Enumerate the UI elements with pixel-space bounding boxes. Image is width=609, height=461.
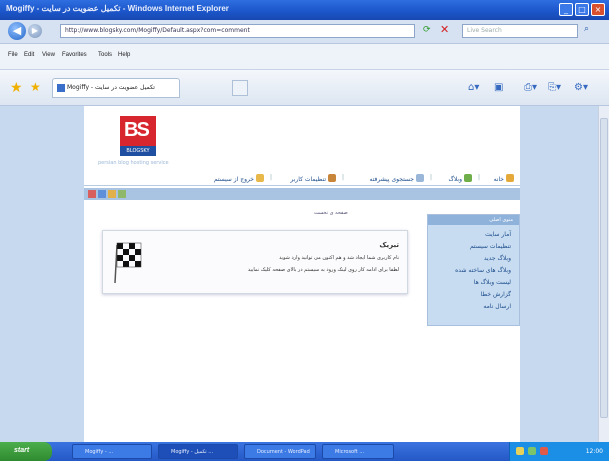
logout-icon <box>256 174 264 182</box>
tray-icon[interactable] <box>540 447 548 455</box>
tools-menu-icon[interactable]: ⚙▾ <box>574 82 588 93</box>
sidebar-menu: منوی اصلی آمار سایت تنظیمات سیستم وبلاگ … <box>427 214 520 326</box>
breadcrumb[interactable]: صفحه ی نخست <box>314 210 348 216</box>
message-text: لطفا برای ادامه کار روی لینک ورود به سیس… <box>247 267 399 273</box>
task-button[interactable]: Document - WordPad <box>244 444 316 459</box>
nav-user-settings[interactable]: تنظيمات کاربر <box>290 174 336 183</box>
menu-view[interactable]: View <box>42 52 55 58</box>
taskbar: start Mogiffy - ... Mogiffy - تکميل ... … <box>0 442 609 461</box>
weblog-icon <box>464 174 472 182</box>
nav-logout[interactable]: خروج از سیستم <box>214 174 264 183</box>
stop-icon[interactable]: ✕ <box>440 23 449 36</box>
flag-icon[interactable] <box>108 190 116 198</box>
flag-icon[interactable] <box>88 190 96 198</box>
page-viewport: BS BLOGSKY persian blog hosting service … <box>0 106 609 442</box>
flag-icon[interactable] <box>118 190 126 198</box>
tab-bar: ★ ★ Mogiffy - تکميل عضويت در سايت ⌂▾ ▣ ⎙… <box>0 70 609 106</box>
home-icon <box>506 174 514 182</box>
site-logo[interactable]: BS BLOGSKY <box>120 116 156 156</box>
back-button[interactable]: ◀ <box>8 22 26 40</box>
minimize-button[interactable]: _ <box>559 3 573 16</box>
sidebar-item-my-blogs[interactable]: وبلاگ های ساخته شده <box>428 265 519 277</box>
task-button[interactable]: Mogiffy - تکميل ... <box>158 444 238 459</box>
window-title-bar: Mogiffy - تکميل عضويت در سايت - Windows … <box>0 0 609 20</box>
task-button[interactable]: Mogiffy - ... <box>72 444 152 459</box>
menu-edit[interactable]: Edit <box>24 52 34 58</box>
forward-button[interactable]: ▶ <box>28 24 42 38</box>
window-title: Mogiffy - تکميل عضويت در سايت - Windows … <box>6 4 229 13</box>
favorites-star-icon[interactable]: ★ <box>10 80 23 96</box>
sidebar-item-report[interactable]: گزارش خطا <box>428 289 519 301</box>
page-favicon-icon <box>57 84 65 92</box>
nav-home[interactable]: خانه <box>494 174 514 183</box>
message-title: تبریک <box>379 241 399 249</box>
checkered-flag-icon <box>114 242 142 283</box>
menu-bar: File Edit View Favorites Tools Help <box>0 44 609 70</box>
top-navigation: خانه | وبلاگ | جستجوی پیشرفته | تنظيمات … <box>84 172 520 186</box>
tray-icon[interactable] <box>528 447 536 455</box>
sidebar-item-stats[interactable]: آمار سایت <box>428 229 519 241</box>
menu-favorites[interactable]: Favorites <box>62 52 87 58</box>
print-icon[interactable]: ⎙▾ <box>524 82 537 93</box>
menu-help[interactable]: Help <box>118 52 130 58</box>
refresh-icon[interactable]: ⟳ <box>423 25 431 35</box>
message-box: تبریک نام کاربری شما ایجاد شد و هم اکنون… <box>102 230 408 294</box>
sidebar-item-settings[interactable]: تنظیمات سیستم <box>428 241 519 253</box>
sidebar-item-new-blog[interactable]: وبلاگ جدید <box>428 253 519 265</box>
search-input[interactable]: Live Search <box>462 24 578 38</box>
sidebar-title: منوی اصلی <box>428 215 519 225</box>
sidebar-item-blog-list[interactable]: لیست وبلاگ ها <box>428 277 519 289</box>
nav-advanced-search[interactable]: جستجوی پیشرفته <box>370 174 424 183</box>
home-icon[interactable]: ⌂▾ <box>468 82 479 93</box>
header-stripe <box>84 188 520 200</box>
tray-icon[interactable] <box>516 447 524 455</box>
site-tagline: persian blog hosting service <box>98 160 169 166</box>
address-bar: ◀ ▶ http://www.blogsky.com/Mogiffy/Defau… <box>0 20 609 44</box>
clock: 12:00 <box>585 448 603 455</box>
maximize-button[interactable]: □ <box>575 3 589 16</box>
page-menu-icon[interactable]: ⎘▾ <box>548 82 561 93</box>
feeds-icon[interactable]: ▣ <box>494 82 503 93</box>
close-button[interactable]: × <box>591 3 605 16</box>
web-page: BS BLOGSKY persian blog hosting service … <box>84 106 520 442</box>
sidebar-item-send-mail[interactable]: ارسال نامه <box>428 301 519 313</box>
url-input[interactable]: http://www.blogsky.com/Mogiffy/Default.a… <box>60 24 415 38</box>
start-button[interactable]: start <box>0 442 52 461</box>
system-tray: 12:00 <box>509 442 609 461</box>
vertical-scrollbar[interactable] <box>598 106 609 442</box>
menu-tools[interactable]: Tools <box>98 52 112 58</box>
message-text: نام کاربری شما ایجاد شد و هم اکنون می تو… <box>279 255 399 261</box>
flag-icon[interactable] <box>98 190 106 198</box>
new-tab-button[interactable] <box>232 80 248 96</box>
menu-file[interactable]: File <box>8 52 18 58</box>
task-button[interactable]: Microsoft ... <box>322 444 394 459</box>
search-icon <box>416 174 424 182</box>
search-icon[interactable]: ⌕ <box>584 24 589 34</box>
site-banner: BS BLOGSKY persian blog hosting service <box>84 106 520 168</box>
user-icon <box>328 174 336 182</box>
nav-weblog[interactable]: وبلاگ <box>448 174 472 183</box>
tab-active[interactable]: Mogiffy - تکميل عضويت در سايت <box>52 78 180 98</box>
add-favorite-icon[interactable]: ★ <box>30 80 41 94</box>
